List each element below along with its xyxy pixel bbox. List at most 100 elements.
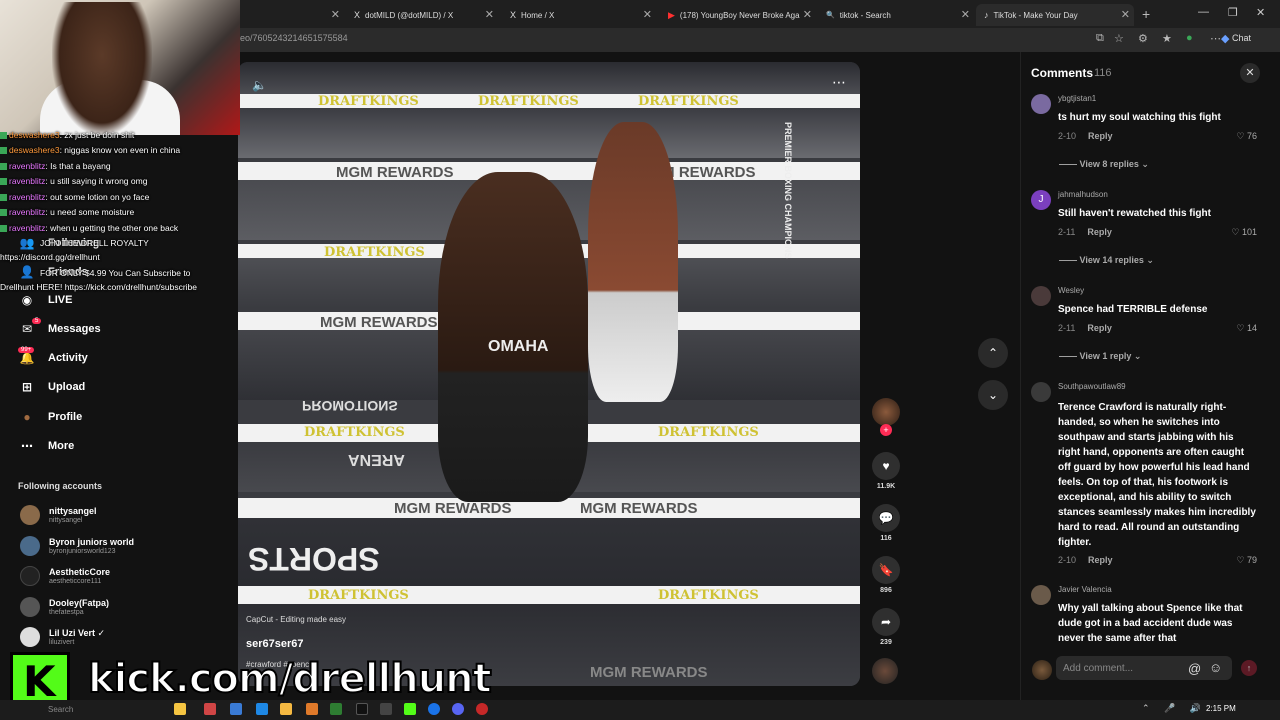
tab-tiktok-search[interactable]: 🔍 tiktok - Search ✕: [818, 4, 974, 26]
app-icon[interactable]: [306, 703, 318, 715]
close-tab-icon[interactable]: ✕: [331, 8, 340, 21]
avatar[interactable]: [1031, 585, 1051, 605]
file-explorer-icon[interactable]: [280, 703, 292, 715]
close-tab-icon[interactable]: ✕: [643, 8, 652, 21]
tiktok-app-icon[interactable]: [356, 703, 368, 715]
comment-like[interactable]: ♡ 76: [1236, 131, 1257, 142]
avatar[interactable]: [1031, 286, 1051, 306]
capcut-tag[interactable]: CapCut - Editing made easy: [246, 615, 346, 624]
following-account[interactable]: Lil Uzi Vert ✓ liluzivert: [20, 627, 105, 647]
app-icon[interactable]: [380, 703, 392, 715]
app-icon[interactable]: [404, 703, 416, 715]
tab-tiktok[interactable]: ♪ TikTok - Make Your Day ✕: [976, 4, 1134, 26]
video-author[interactable]: ser67ser67: [246, 638, 304, 650]
tab-dotmild[interactable]: XdotMILD (@dotMILD) / X ✕: [346, 4, 498, 26]
taskbar-clock[interactable]: 2:15 PM: [1206, 704, 1236, 713]
minimize-button[interactable]: —: [1198, 6, 1209, 18]
reply-button[interactable]: Reply: [1088, 555, 1113, 565]
comment-user[interactable]: ybgtjistan1: [1058, 94, 1096, 103]
comment-like[interactable]: ♡ 14: [1236, 323, 1257, 334]
close-comments-button[interactable]: ✕: [1240, 63, 1260, 83]
avatar[interactable]: J: [1031, 190, 1051, 210]
extension-green-icon[interactable]: ●: [1186, 32, 1193, 44]
close-tab-icon[interactable]: ✕: [1121, 8, 1130, 21]
favorites-icon[interactable]: ★: [1162, 32, 1172, 45]
view-replies-button[interactable]: —— View 8 replies ⌄: [1059, 159, 1149, 170]
app-icon[interactable]: [256, 703, 268, 715]
comment-user[interactable]: Javier Valencia: [1058, 585, 1112, 594]
close-tab-icon[interactable]: ✕: [961, 8, 970, 21]
chat-button[interactable]: Chat: [1232, 33, 1251, 43]
avatar[interactable]: [1031, 94, 1051, 114]
new-tab-button[interactable]: +: [1142, 6, 1150, 22]
tab-youtube[interactable]: ▶ (178) YoungBoy Never Broke Aga ✕: [660, 4, 816, 26]
more-options-icon[interactable]: ⋯: [832, 74, 846, 91]
close-tab-icon[interactable]: ✕: [803, 8, 812, 21]
following-account[interactable]: nittysangel nittysangel: [20, 505, 97, 525]
sidebar-item-profile[interactable]: ● Profile: [18, 410, 82, 424]
avatar: [20, 597, 40, 617]
next-video-button[interactable]: ⌄: [978, 380, 1008, 410]
mention-icon[interactable]: @: [1188, 661, 1201, 676]
creator-avatar[interactable]: [872, 398, 900, 426]
edge-icon[interactable]: [428, 703, 440, 715]
app-icon[interactable]: [476, 703, 488, 715]
comment-text: Still haven't rewatched this fight: [1058, 208, 1211, 219]
extensions-icon[interactable]: ⚙: [1138, 32, 1148, 45]
reply-button[interactable]: Reply: [1088, 131, 1113, 141]
comment-button[interactable]: 💬 116: [872, 504, 900, 542]
more-menu-icon[interactable]: ⋯: [1210, 32, 1221, 45]
messages-icon: ✉: [21, 322, 33, 336]
close-window-button[interactable]: ✕: [1256, 6, 1265, 19]
widgets-icon[interactable]: [174, 703, 186, 715]
app-icon[interactable]: [230, 703, 242, 715]
following-account[interactable]: Byron juniors world byronjuniorsworld123: [20, 536, 134, 556]
comment-like[interactable]: ♡ 101: [1231, 227, 1257, 238]
chat-line: ravenblitz: u still saying it wrong omg: [0, 176, 147, 187]
sidebar-item-activity[interactable]: 🔔 Activity: [18, 351, 88, 365]
music-disc[interactable]: [872, 658, 898, 684]
favorite-star-icon[interactable]: ☆: [1114, 32, 1124, 45]
share-button[interactable]: ➦ 239: [872, 608, 900, 646]
crowd-background: [238, 108, 860, 158]
volume-icon[interactable]: 🔈: [252, 78, 267, 92]
reply-button[interactable]: Reply: [1087, 227, 1112, 237]
app-icon[interactable]: [204, 703, 216, 715]
reply-button[interactable]: Reply: [1087, 323, 1112, 333]
url-field[interactable]: eo/7605243214651575584: [240, 33, 348, 43]
copilot-icon[interactable]: ◆: [1221, 32, 1229, 45]
following-account[interactable]: AestheticCore aestheticcore111: [20, 566, 110, 586]
add-comment-placeholder[interactable]: Add comment...: [1063, 663, 1133, 674]
comment-user[interactable]: jahmalhudson: [1058, 190, 1108, 199]
avatar[interactable]: [1031, 382, 1051, 402]
like-button[interactable]: ♥ 11.9K: [872, 452, 900, 490]
video-player[interactable]: DRAFTKINGS DRAFTKINGS DRAFTKINGS MGM REW…: [238, 62, 860, 686]
close-tab-icon[interactable]: ✕: [485, 8, 494, 21]
comment-user[interactable]: Wesley: [1058, 286, 1084, 295]
draftkings-ad: DRAFTKINGS: [308, 588, 409, 603]
sidebar-item-messages[interactable]: ✉ Messages: [18, 322, 101, 336]
taskbar-search[interactable]: Search: [48, 705, 73, 714]
send-comment-button[interactable]: ↑: [1241, 660, 1257, 676]
tab-0[interactable]: ✕: [240, 4, 344, 26]
discord-icon[interactable]: [452, 703, 464, 715]
view-replies-button[interactable]: —— View 14 replies ⌄: [1059, 255, 1154, 266]
view-replies-button[interactable]: —— View 1 reply ⌄: [1059, 351, 1141, 362]
avatar: [20, 505, 40, 525]
system-tray[interactable]: ⌃ 🎤 🔊: [1142, 703, 1207, 714]
save-button[interactable]: 🔖 896: [872, 556, 900, 594]
restore-button[interactable]: ❐: [1228, 6, 1238, 19]
open-in-app-icon[interactable]: ⧉: [1096, 32, 1104, 45]
following-account[interactable]: Dooley(Fatpa) thefatestpa: [20, 597, 109, 617]
comment-like[interactable]: ♡ 79: [1236, 555, 1257, 566]
emoji-icon[interactable]: ☺: [1209, 660, 1222, 675]
previous-video-button[interactable]: ⌃: [978, 338, 1008, 368]
follow-plus-icon[interactable]: +: [880, 424, 892, 436]
comment-user[interactable]: Southpawoutlaw89: [1058, 382, 1126, 391]
sidebar-item-more[interactable]: ⋯ More: [18, 439, 74, 453]
excel-icon[interactable]: [330, 703, 342, 715]
sidebar-item-live[interactable]: ◉ LIVE: [18, 293, 73, 307]
sidebar-item-upload[interactable]: ⊞ Upload: [18, 380, 85, 394]
chat-line: deswashere3: zx just be doin shit: [0, 130, 134, 141]
tab-home-x[interactable]: X Home / X ✕: [502, 4, 656, 26]
